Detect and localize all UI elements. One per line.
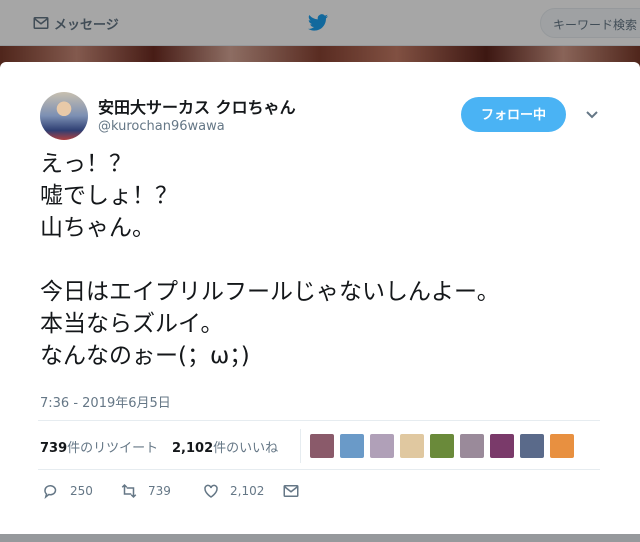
liker-avatar[interactable] [340,434,364,458]
tweet-line: 今日はエイプリルフールじゃないしんよー。 [40,279,500,305]
retweet-button[interactable]: 739 [120,482,171,500]
liker-avatar[interactable] [310,434,334,458]
liker-avatars [310,434,574,458]
retweet-stat[interactable]: 739件のリツイート [40,437,158,456]
stats-divider [300,429,301,463]
following-button[interactable]: フォロー中 [461,97,566,132]
tweet-actions: 250 739 2,102 [40,482,340,502]
tweet-line: 本当ならズルイ。 [40,311,224,337]
like-button[interactable]: 2,102 [202,482,264,500]
retweet-label: 件のリツイート [67,441,159,456]
reply-icon [44,485,57,500]
retweet-action-count: 739 [148,484,171,498]
reply-count: 250 [70,484,93,498]
user-handle[interactable]: @kurochan96wawa [98,119,225,134]
liker-avatar[interactable] [460,434,484,458]
heart-icon [204,484,218,498]
retweet-count: 739 [40,441,68,456]
like-count: 2,102 [172,441,214,456]
tweet-line [40,244,610,276]
liker-avatar[interactable] [430,434,454,458]
tweet-line: 嘘でしょ！？ [40,183,178,209]
tweet-card: 安田大サーカス クロちゃん @kurochan96wawa フォロー中 えっ！？… [0,62,640,534]
retweet-icon [121,483,137,499]
liker-avatar[interactable] [370,434,394,458]
avatar[interactable] [40,92,88,140]
tweet-line: なんなのぉー(；ω；) [40,343,250,369]
tweet-stats: 739件のリツイート 2,102件のいいね [38,420,600,470]
liker-avatar[interactable] [550,434,574,458]
liker-avatar[interactable] [490,434,514,458]
chevron-down-icon[interactable] [584,106,600,122]
reply-button[interactable]: 250 [42,482,93,500]
tweet-text: えっ！？ 嘘でしょ！？ 山ちゃん。 今日はエイプリルフールじゃないしんよー。 本… [40,148,610,372]
like-label: 件のいいね [213,441,279,456]
tweet-line: えっ！？ [40,151,132,177]
like-stat[interactable]: 2,102件のいいね [172,437,278,456]
liker-avatar[interactable] [400,434,424,458]
direct-message-button[interactable] [282,482,300,500]
like-action-count: 2,102 [230,484,265,498]
display-name[interactable]: 安田大サーカス クロちゃん [98,94,296,118]
tweet-line: 山ちゃん。 [40,215,155,241]
envelope-icon [283,485,299,497]
tweet-timestamp[interactable]: 7:36 - 2019年6月5日 [40,392,171,411]
liker-avatar[interactable] [520,434,544,458]
